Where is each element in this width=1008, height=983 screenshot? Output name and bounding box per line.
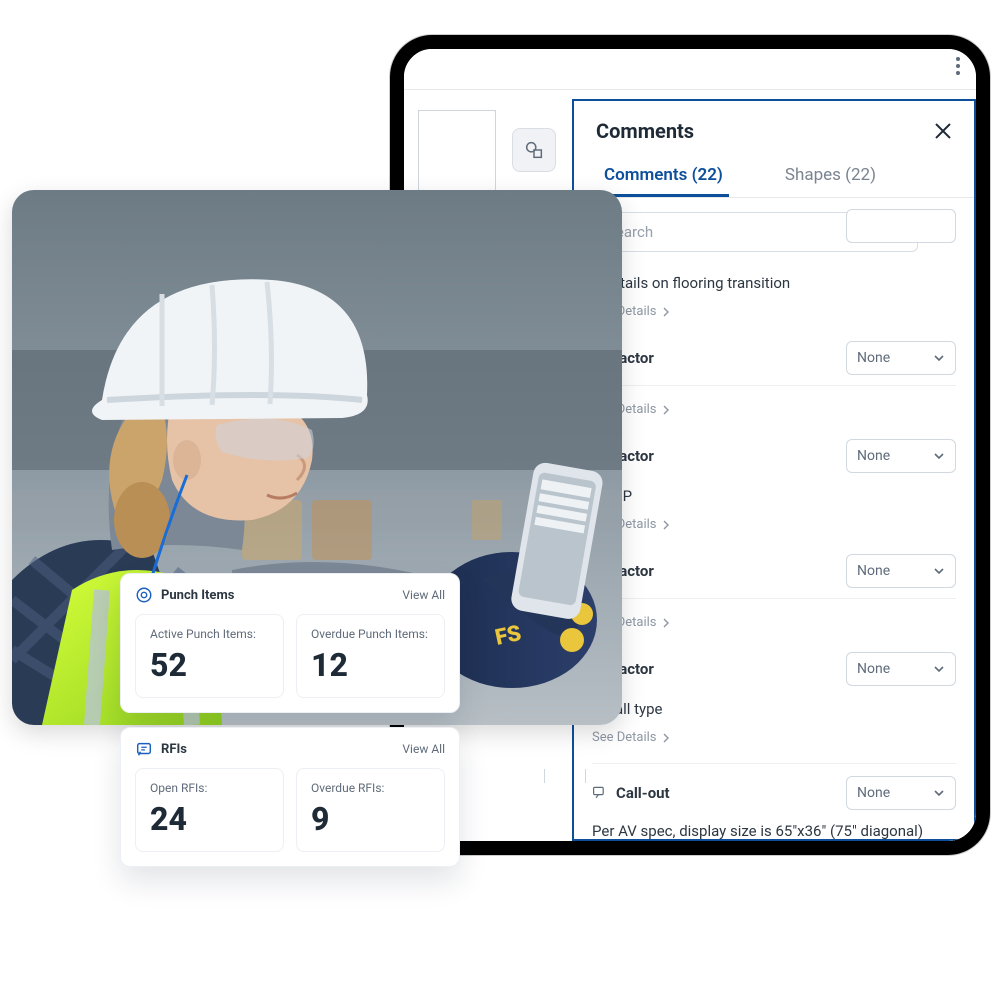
- metric-overdue-rfis: Overdue RFIs: 9: [296, 768, 445, 852]
- ghost-dropdown[interactable]: [846, 209, 956, 243]
- card-title: Punch Items: [161, 588, 234, 603]
- chevron-down-icon: [933, 787, 945, 799]
- chevron-right-icon: [661, 618, 671, 628]
- dropdown-value: None: [857, 448, 890, 464]
- document-thumbnail[interactable]: [418, 110, 496, 194]
- see-details-link[interactable]: See Details: [592, 730, 671, 745]
- metric-label: Overdue Punch Items:: [311, 627, 430, 641]
- dropdown-value: None: [857, 350, 890, 366]
- comment-text: e RCP: [592, 487, 956, 505]
- assignee-dropdown[interactable]: None: [846, 439, 956, 473]
- metric-label: Open RFIs:: [150, 781, 269, 795]
- metric-active-punch: Active Punch Items: 52: [135, 614, 284, 698]
- comment-text: e wall type: [592, 700, 956, 718]
- app-topbar: [404, 49, 976, 83]
- assignee-dropdown[interactable]: None: [846, 341, 956, 375]
- callout-label: Call-out: [616, 784, 670, 802]
- metric-cards: Punch Items View All Active Punch Items:…: [120, 573, 460, 867]
- shapes-tool-button[interactable]: [512, 128, 556, 172]
- canvas-doc-fragment: [544, 769, 586, 783]
- comments-list: e details on flooring transition See Det…: [574, 266, 974, 839]
- metric-value: 12: [311, 649, 430, 681]
- view-all-link[interactable]: View All: [402, 742, 445, 756]
- metric-value: 24: [150, 803, 269, 835]
- tab-comments[interactable]: Comments (22): [598, 155, 729, 197]
- card-title: RFIs: [161, 742, 187, 757]
- comments-panel: Comments Comments (22) Shapes (22) Searc…: [572, 99, 976, 841]
- assignee-row: ontractor None: [592, 546, 956, 594]
- comment-item: e details on flooring transition See Det…: [592, 266, 956, 333]
- more-menu-icon[interactable]: [950, 51, 966, 81]
- dropdown-value: None: [857, 785, 890, 801]
- divider: [592, 763, 956, 764]
- chevron-down-icon: [933, 450, 945, 462]
- metric-value: 52: [150, 649, 269, 681]
- assignee-dropdown[interactable]: None: [846, 652, 956, 686]
- metric-open-rfis: Open RFIs: 24: [135, 768, 284, 852]
- assignee-row: ontractor None: [592, 333, 956, 381]
- callout-icon: [592, 785, 608, 801]
- chevron-down-icon: [933, 565, 945, 577]
- assignee-row: ontractor None: [592, 431, 956, 479]
- close-icon[interactable]: [932, 120, 954, 142]
- callout-dropdown[interactable]: None: [846, 776, 956, 810]
- metric-label: Overdue RFIs:: [311, 781, 430, 795]
- comment-item: See Details: [592, 390, 956, 431]
- comment-item: See Details: [592, 603, 956, 644]
- tablet-camera-notch: [675, 39, 705, 45]
- shapes-icon: [523, 139, 545, 161]
- comment-item: e RCP See Details: [592, 479, 956, 546]
- view-all-link[interactable]: View All: [402, 588, 445, 602]
- punch-items-icon: [135, 586, 153, 604]
- divider: [592, 598, 956, 599]
- callout-row: Call-out None: [592, 768, 956, 814]
- comments-title: Comments: [596, 119, 694, 143]
- assignee-row: ontractor None: [592, 644, 956, 692]
- chevron-right-icon: [661, 733, 671, 743]
- chevron-right-icon: [661, 520, 671, 530]
- divider: [592, 385, 956, 386]
- see-details-label: See Details: [592, 730, 657, 745]
- chevron-down-icon: [933, 352, 945, 364]
- metric-overdue-punch: Overdue Punch Items: 12: [296, 614, 445, 698]
- comment-item: e wall type See Details: [592, 692, 956, 759]
- rfi-icon: [135, 740, 153, 758]
- tab-shapes[interactable]: Shapes (22): [779, 155, 882, 197]
- metric-value: 9: [311, 803, 430, 835]
- callout-note: Per AV spec, display size is 65"x36" (75…: [592, 814, 956, 839]
- card-rfis: RFIs View All Open RFIs: 24 Overdue RFIs…: [120, 727, 460, 867]
- metric-label: Active Punch Items:: [150, 627, 269, 641]
- chevron-right-icon: [661, 405, 671, 415]
- chevron-down-icon: [933, 663, 945, 675]
- svg-text:FS: FS: [493, 621, 524, 651]
- card-punch-items: Punch Items View All Active Punch Items:…: [120, 573, 460, 713]
- chevron-right-icon: [661, 307, 671, 317]
- comments-panel-header: Comments: [574, 101, 974, 155]
- comment-text: e details on flooring transition: [592, 274, 956, 292]
- assignee-dropdown[interactable]: None: [846, 554, 956, 588]
- comments-tabs: Comments (22) Shapes (22): [574, 155, 974, 198]
- dropdown-value: None: [857, 661, 890, 677]
- dropdown-value: None: [857, 563, 890, 579]
